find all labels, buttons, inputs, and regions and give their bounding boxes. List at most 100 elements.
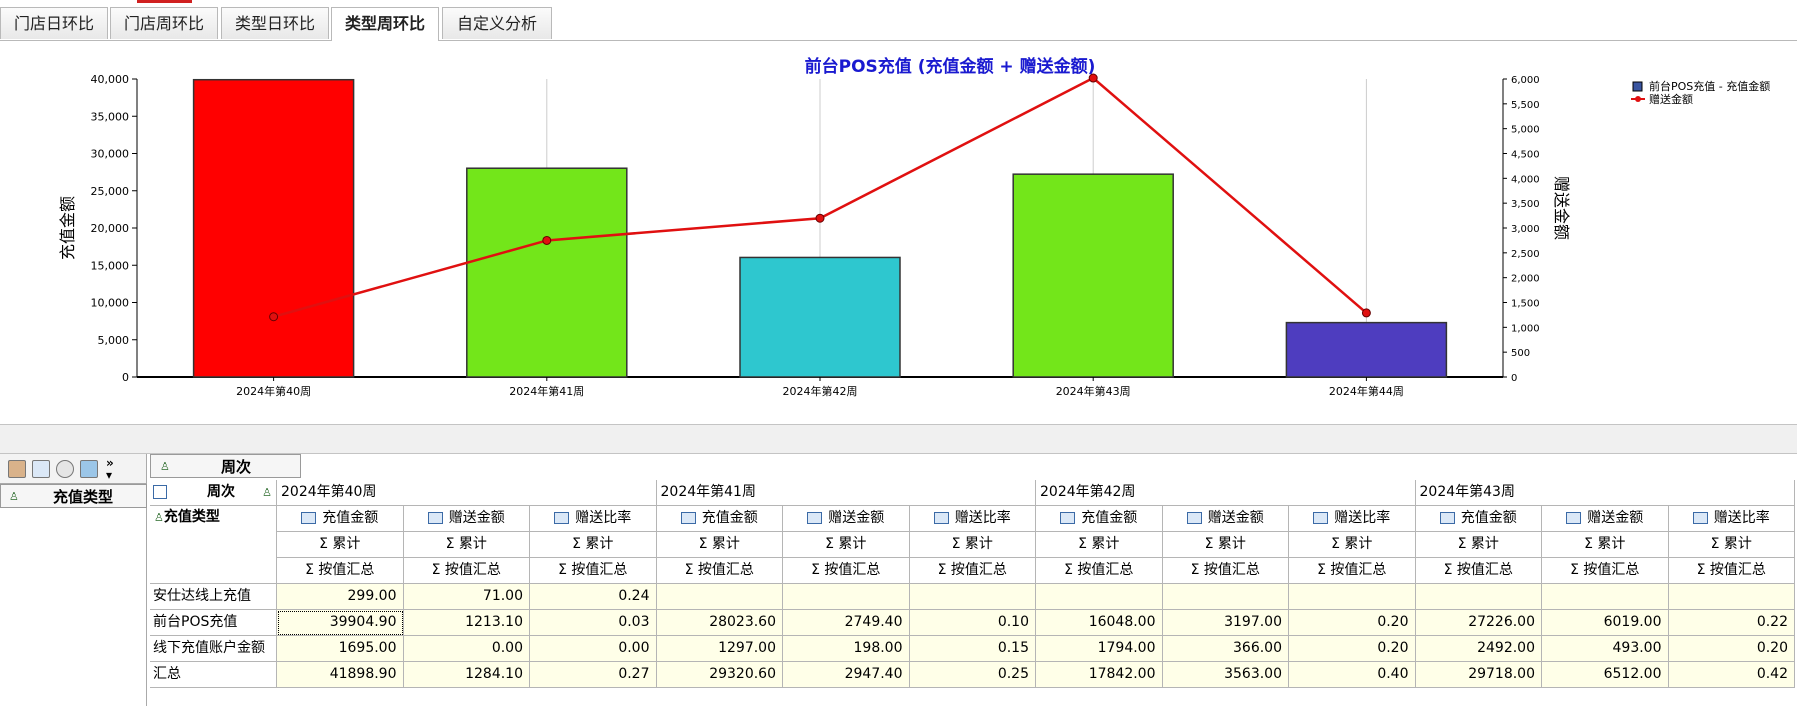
- data-cell[interactable]: [783, 584, 910, 610]
- row-label[interactable]: 线下充值账户金额: [150, 636, 277, 662]
- data-cell[interactable]: 1284.10: [403, 662, 530, 688]
- data-cell[interactable]: 39904.90: [277, 610, 404, 636]
- data-cell[interactable]: 0.00: [530, 636, 657, 662]
- aggregate-header: Σ 按值汇总: [530, 558, 657, 584]
- search-icon[interactable]: [56, 460, 74, 478]
- data-cell[interactable]: [1542, 584, 1669, 610]
- more-icon[interactable]: » ▾: [106, 457, 114, 481]
- data-cell[interactable]: 366.00: [1162, 636, 1289, 662]
- tab-type-daily[interactable]: 类型日环比: [221, 7, 329, 39]
- sum-header: Σ 累计: [1036, 532, 1163, 558]
- legend-label-bar: 前台POS充值 - 充值金额: [1649, 79, 1770, 93]
- data-cell[interactable]: 0.00: [403, 636, 530, 662]
- measure-header[interactable]: 赠送金额: [783, 506, 910, 532]
- measure-header[interactable]: 充值金额: [1036, 506, 1163, 532]
- data-cell[interactable]: 29718.00: [1415, 662, 1542, 688]
- data-cell[interactable]: 0.15: [909, 636, 1036, 662]
- pivot-toolbar: » ▾: [0, 454, 147, 484]
- week-header[interactable]: 2024年第43周: [1415, 480, 1795, 506]
- data-cell[interactable]: 0.20: [1289, 610, 1416, 636]
- data-cell[interactable]: [1036, 584, 1163, 610]
- grid-icon: [427, 512, 443, 524]
- sum-header: Σ 累计: [1289, 532, 1416, 558]
- data-cell[interactable]: 0.27: [530, 662, 657, 688]
- data-cell[interactable]: 1297.00: [656, 636, 783, 662]
- x-tick-label: 2024年第43周: [1056, 384, 1131, 398]
- data-cell[interactable]: 28023.60: [656, 610, 783, 636]
- grid-icon: [301, 512, 317, 524]
- sum-header: Σ 累计: [530, 532, 657, 558]
- settings-icon[interactable]: [80, 460, 98, 478]
- measure-header[interactable]: 赠送比率: [1289, 506, 1416, 532]
- row-label[interactable]: 前台POS充值: [150, 610, 277, 636]
- data-cell[interactable]: [656, 584, 783, 610]
- data-cell[interactable]: 0.40: [1289, 662, 1416, 688]
- data-cell[interactable]: 27226.00: [1415, 610, 1542, 636]
- data-cell[interactable]: [1668, 584, 1795, 610]
- data-cell[interactable]: 0.42: [1668, 662, 1795, 688]
- splitter-bar[interactable]: [0, 424, 1797, 454]
- data-cell[interactable]: 0.24: [530, 584, 657, 610]
- data-cell[interactable]: 1213.10: [403, 610, 530, 636]
- data-cell[interactable]: 493.00: [1542, 636, 1669, 662]
- data-cell[interactable]: 71.00: [403, 584, 530, 610]
- data-cell[interactable]: 0.20: [1289, 636, 1416, 662]
- week-header-label[interactable]: 周次 ♙: [150, 480, 277, 506]
- data-cell[interactable]: 0.22: [1668, 610, 1795, 636]
- data-cell[interactable]: 2492.00: [1415, 636, 1542, 662]
- data-cell[interactable]: 0.03: [530, 610, 657, 636]
- measure-header[interactable]: 赠送金额: [1162, 506, 1289, 532]
- week-header[interactable]: 2024年第42周: [1036, 480, 1416, 506]
- measure-header[interactable]: 充值金额: [656, 506, 783, 532]
- tab-type-weekly[interactable]: 类型周环比: [331, 7, 439, 41]
- y-tick-label-right: 2,500: [1511, 249, 1540, 260]
- data-cell[interactable]: 2947.40: [783, 662, 910, 688]
- sum-header: Σ 累计: [1162, 532, 1289, 558]
- data-cell[interactable]: 0.20: [1668, 636, 1795, 662]
- data-cell[interactable]: 6019.00: [1542, 610, 1669, 636]
- data-cell[interactable]: 3563.00: [1162, 662, 1289, 688]
- data-cell[interactable]: 3197.00: [1162, 610, 1289, 636]
- tab-store-daily[interactable]: 门店日环比: [0, 7, 108, 39]
- table-icon[interactable]: [32, 460, 50, 478]
- row-type-header[interactable]: ♙充值类型: [150, 506, 277, 584]
- measure-header[interactable]: 赠送比率: [909, 506, 1036, 532]
- data-cell[interactable]: 41898.90: [277, 662, 404, 688]
- week-header[interactable]: 2024年第40周: [277, 480, 657, 506]
- data-cell[interactable]: 16048.00: [1036, 610, 1163, 636]
- tab-store-weekly[interactable]: 门店周环比: [110, 7, 218, 39]
- data-cell[interactable]: [909, 584, 1036, 610]
- y-tick-label-left: 25,000: [91, 185, 130, 198]
- row-field-header[interactable]: ♙ 充值类型: [0, 484, 147, 508]
- row-label[interactable]: 安仕达线上充值: [150, 584, 277, 610]
- grid-icon: [1060, 512, 1076, 524]
- tab-custom-analysis[interactable]: 自定义分析: [442, 7, 552, 39]
- column-field-button[interactable]: ♙ 周次: [150, 454, 301, 478]
- measure-header[interactable]: 赠送比率: [1668, 506, 1795, 532]
- week-header[interactable]: 2024年第41周: [656, 480, 1036, 506]
- data-cell[interactable]: 299.00: [277, 584, 404, 610]
- data-cell[interactable]: [1162, 584, 1289, 610]
- row-label[interactable]: 汇总: [150, 662, 277, 688]
- y-tick-label-right: 5,500: [1511, 100, 1540, 111]
- data-cell[interactable]: [1415, 584, 1542, 610]
- data-cell[interactable]: 6512.00: [1542, 662, 1669, 688]
- measure-header[interactable]: 赠送金额: [403, 506, 530, 532]
- user-icon[interactable]: [8, 460, 26, 478]
- y-tick-label-right: 6,000: [1511, 75, 1540, 86]
- data-cell[interactable]: 17842.00: [1036, 662, 1163, 688]
- data-cell[interactable]: 198.00: [783, 636, 910, 662]
- data-cell[interactable]: 0.25: [909, 662, 1036, 688]
- measure-header[interactable]: 充值金额: [1415, 506, 1542, 532]
- data-cell[interactable]: 29320.60: [656, 662, 783, 688]
- data-cell[interactable]: 0.10: [909, 610, 1036, 636]
- data-cell[interactable]: [1289, 584, 1416, 610]
- data-cell[interactable]: 2749.40: [783, 610, 910, 636]
- bar: [1285, 321, 1448, 378]
- measure-header[interactable]: 赠送比率: [530, 506, 657, 532]
- data-cell[interactable]: 1794.00: [1036, 636, 1163, 662]
- row-field-panel: ♙ 充值类型: [0, 484, 147, 706]
- data-cell[interactable]: 1695.00: [277, 636, 404, 662]
- measure-header[interactable]: 充值金额: [277, 506, 404, 532]
- measure-header[interactable]: 赠送金额: [1542, 506, 1669, 532]
